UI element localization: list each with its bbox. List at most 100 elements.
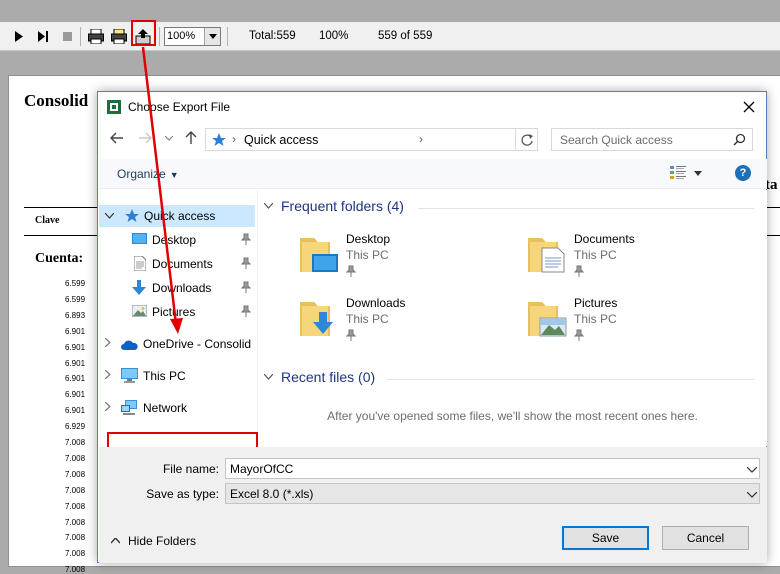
organize-menu[interactable]: Organize ▼ [117,167,179,181]
account-number: 6.599 [65,294,86,304]
account-number: 6.893 [65,310,86,320]
report-cuenta-label: Cuenta: [35,251,84,266]
nav-item-label: Pictures [152,305,196,319]
progress-percent: 100% [319,30,349,42]
nav-item-desktop[interactable]: Desktop [99,229,258,251]
forward-arrow-icon[interactable] [136,128,154,148]
account-number: 7.008 [65,485,86,495]
print-setup-icon[interactable] [110,27,128,46]
file-name-input[interactable] [226,459,726,478]
onedrive-cloud-icon [121,339,138,353]
report-viewer-toolbar: 100% Total:559 100% 559 of 559 [0,22,780,51]
pin-icon[interactable] [345,329,357,344]
folder-tile-documents[interactable]: Documents This PC [528,232,708,282]
view-options-icon [670,166,686,179]
nav-item-quick-access[interactable]: Quick access [99,205,255,227]
account-number: 7.008 [65,517,86,527]
folder-location: This PC [574,312,617,326]
computer-icon [121,368,138,386]
network-icon [121,400,138,418]
address-bar[interactable]: › Quick access › [205,128,617,151]
refresh-icon[interactable] [515,129,537,150]
chevron-down-icon [204,28,220,45]
pictures-icon [131,304,148,320]
search-box[interactable] [551,128,753,151]
frequent-folders-header[interactable]: Frequent folders (4) [263,198,404,214]
downloads-icon [132,280,146,298]
account-number: 6.901 [65,374,86,384]
account-number: 6.901 [65,326,86,336]
command-bar: Organize ▼ ? [99,159,767,189]
pin-icon[interactable] [573,329,585,344]
recent-files-header[interactable]: Recent files (0) [263,369,375,385]
pin-icon[interactable] [240,305,252,320]
back-arrow-icon[interactable] [108,128,126,148]
search-icon[interactable] [733,133,746,149]
expanded-chevron-icon[interactable] [104,211,115,222]
search-input[interactable] [552,129,732,150]
nav-item-label: Quick access [144,209,216,223]
account-number: 7.008 [65,438,86,447]
chevron-down-icon[interactable] [746,487,758,501]
folder-tile-desktop[interactable]: Desktop This PC [300,232,480,282]
hide-folders-button[interactable]: Hide Folders [111,534,196,548]
record-counter: 559 of 559 [378,30,433,42]
nav-item-pictures[interactable]: Pictures [99,301,258,323]
pin-icon[interactable] [345,265,357,280]
collapse-chevron-icon[interactable] [263,201,274,212]
zoom-select[interactable]: 100% [164,27,221,46]
pin-icon[interactable] [240,257,252,272]
account-number: 6.901 [65,358,86,368]
save-type-label: Save as type: [146,487,219,501]
breadcrumb-chevron-icon[interactable]: › [419,132,423,146]
pin-icon[interactable] [240,233,252,248]
group-divider [418,208,754,209]
account-number: 7.008 [65,549,86,559]
save-button[interactable]: Save [562,526,649,550]
zoom-value: 100% [167,30,196,42]
collapsed-chevron-icon[interactable] [104,337,111,350]
folder-location: This PC [574,248,617,262]
folder-location: This PC [346,248,389,262]
file-name-field[interactable] [225,458,760,479]
nav-item-documents[interactable]: Documents [99,253,258,275]
account-number: 6.901 [65,406,86,416]
collapsed-chevron-icon[interactable] [104,401,111,414]
up-arrow-icon[interactable] [182,128,200,148]
chevron-down-icon[interactable] [746,462,758,476]
nav-item-downloads[interactable]: Downloads [99,277,258,299]
pin-icon[interactable] [573,265,585,280]
account-number: 7.008 [65,453,86,463]
pin-icon[interactable] [240,281,252,296]
downloads-folder-icon [300,298,340,341]
stop-icon[interactable] [60,27,74,46]
caret-down-icon: ▼ [169,170,179,180]
print-icon[interactable] [87,27,105,46]
nav-item-network[interactable]: Network [99,397,258,419]
account-number: 7.008 [65,565,86,574]
folder-tile-pictures[interactable]: Pictures This PC [528,296,708,346]
collapse-chevron-icon[interactable] [263,372,274,383]
account-number: 6.599 [65,279,86,288]
recent-locations-chevron-icon[interactable] [160,128,178,148]
cancel-button[interactable]: Cancel [662,526,749,550]
hide-folders-label: Hide Folders [128,534,197,548]
save-type-select[interactable]: Excel 8.0 (*.xls) [225,483,760,504]
address-location[interactable]: Quick access [244,133,318,147]
nav-item-label: Network [143,401,188,415]
close-icon[interactable] [738,96,760,118]
play-icon[interactable] [12,27,26,46]
choose-export-file-dialog: Choose Export File › Quick access › O [97,91,767,563]
change-view-button[interactable] [670,166,702,180]
step-forward-icon[interactable] [36,27,50,46]
collapsed-chevron-icon[interactable] [104,369,111,382]
nav-item-onedrive[interactable]: OneDrive - Consolid [99,333,258,355]
nav-item-this-pc[interactable]: This PC [99,365,258,387]
report-clave-label: Clave [35,215,60,226]
folder-name: Desktop [346,232,391,246]
account-number: 6.929 [65,422,86,432]
breadcrumb-chevron-icon: › [232,132,236,146]
folder-tile-downloads[interactable]: Downloads This PC [300,296,480,346]
help-icon[interactable]: ? [735,165,751,181]
file-name-label: File name: [162,462,219,476]
